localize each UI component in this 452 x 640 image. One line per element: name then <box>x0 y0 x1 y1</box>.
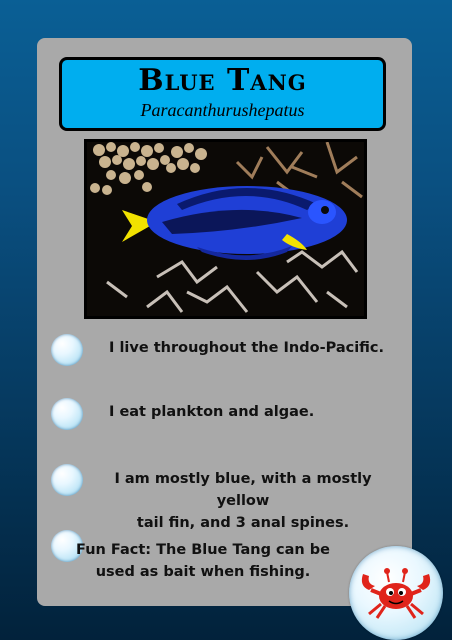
crab-badge <box>349 546 443 640</box>
fact-line: Fun Fact: The Blue Tang can be <box>76 542 330 558</box>
fact-text-4: Fun Fact: The Blue Tang can be used as b… <box>73 539 333 583</box>
fact-text-2: I eat plankton and algae. <box>109 401 419 423</box>
fact-line: used as bait when fishing. <box>95 564 311 580</box>
fact-line: I eat plankton and algae. <box>109 404 315 420</box>
fact-item-1: I live throughout the Indo-Pacific. <box>51 334 396 378</box>
bubble-icon <box>51 398 83 430</box>
bubble-icon <box>51 464 83 496</box>
fact-card: Blue Tang Paracanthurushepatus I live th… <box>37 38 412 606</box>
scientific-name: Paracanthurushepatus <box>140 100 305 120</box>
bubble-icon <box>51 334 83 366</box>
crab-icon <box>361 568 431 619</box>
fact-item-3: I am mostly blue, with a mostly yellow t… <box>51 464 396 531</box>
fish-photo <box>84 139 367 319</box>
fact-item-2: I eat plankton and algae. <box>51 398 396 442</box>
fact-item-4: Fun Fact: The Blue Tang can be used as b… <box>51 530 396 586</box>
fact-line: I am mostly blue, with a mostly yellow <box>114 471 372 509</box>
card-title: Blue Tang <box>138 63 307 98</box>
title-box: Blue Tang Paracanthurushepatus <box>59 57 386 131</box>
fact-text-1: I live throughout the Indo-Pacific. <box>109 337 419 359</box>
fact-text-3: I am mostly blue, with a mostly yellow t… <box>87 468 399 534</box>
fact-line: I live throughout the Indo-Pacific. <box>109 340 385 356</box>
